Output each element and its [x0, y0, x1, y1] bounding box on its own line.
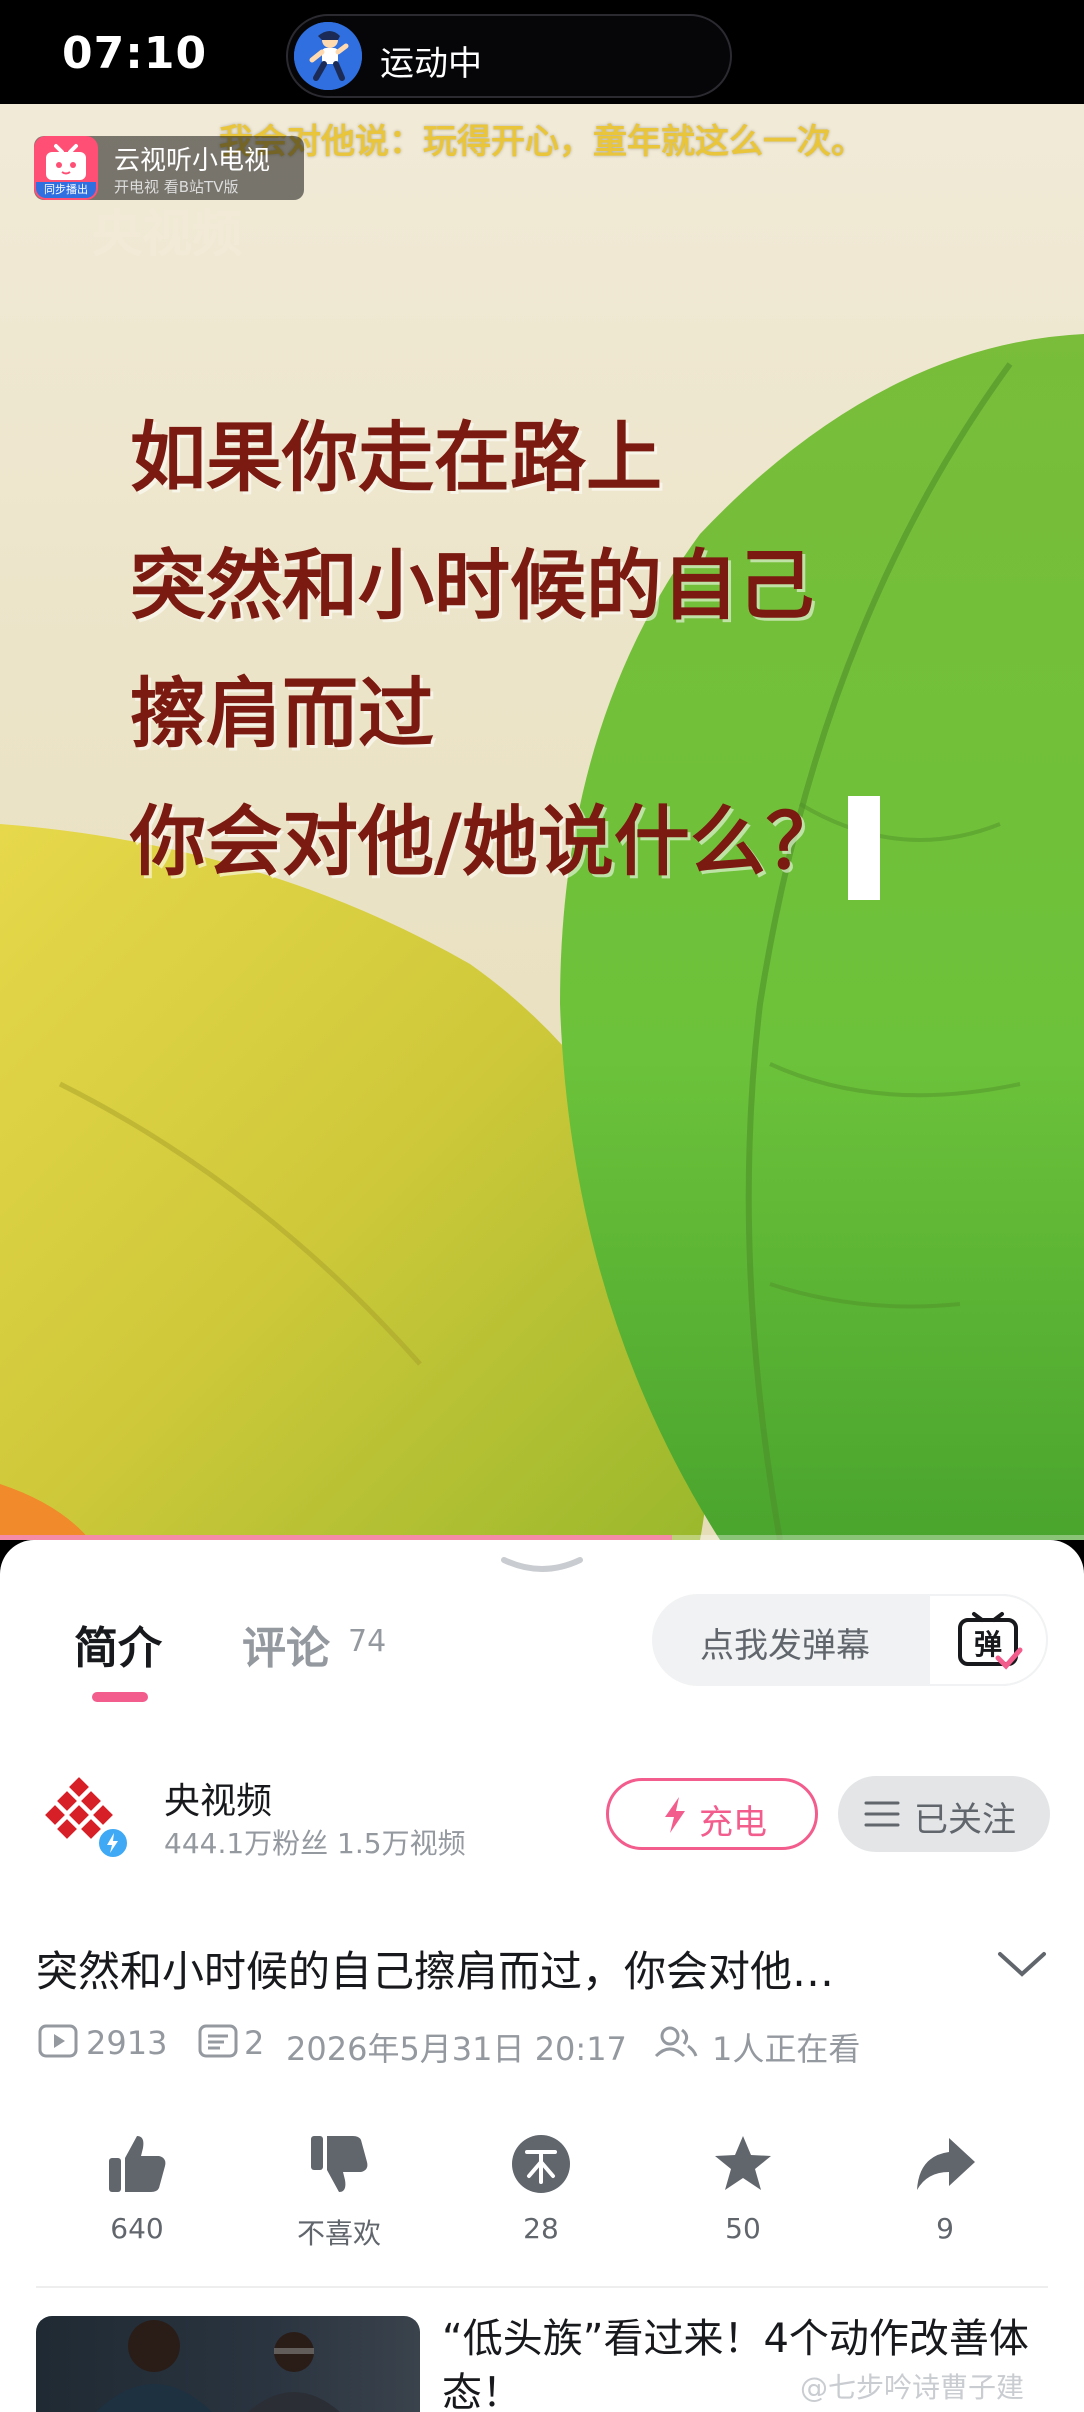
uploader-name[interactable]: 央视频 — [164, 1772, 272, 1824]
charge-button[interactable]: 充电 — [606, 1778, 818, 1850]
lightning-icon — [665, 1797, 685, 1833]
activity-pill[interactable]: 运动中 — [286, 14, 732, 98]
share-button[interactable]: 9 — [870, 2132, 1020, 2245]
danmu-placeholder: 点我发弹幕 — [700, 1626, 870, 1666]
favorite-button[interactable]: 50 — [668, 2132, 818, 2245]
cctv-video-watermark: 央视频 — [92, 205, 242, 263]
status-bar: 07:10 运动中 — [0, 0, 1084, 104]
publish-date: 2026年5月31日 20:17 — [286, 2030, 627, 2068]
thumbs-up-icon — [109, 2136, 166, 2192]
share-arrow-icon — [917, 2138, 975, 2190]
view-count: 2913 — [86, 2024, 168, 2062]
sync-label: 同步播出 — [36, 182, 96, 198]
detail-sheet: 简介 评论 74 点我发弹幕 弹 央视频 444.1万粉丝 1.5万视频 充电 … — [0, 1540, 1084, 2412]
star-icon — [715, 2136, 771, 2190]
weibo-watermark: @七步吟诗曹子建 — [800, 2371, 1025, 2404]
uploader-stats: 444.1万粉丝 1.5万视频 — [164, 1827, 466, 1860]
comments-count: 74 — [348, 1624, 387, 1659]
video-player[interactable]: 我会对他说：玩得开心，童年就这么一次。 央视频 同步播出 云视听小电视 开电视 … — [0, 104, 1084, 1540]
thumbs-down-icon — [311, 2136, 368, 2192]
danmu-input[interactable]: 点我发弹幕 弹 — [652, 1594, 1048, 1686]
play-count-icon — [38, 2024, 78, 2058]
favorite-count: 50 — [725, 2212, 761, 2245]
followed-label: 已关注 — [914, 1800, 1016, 1840]
tab-comments[interactable]: 评论 — [242, 1612, 330, 1676]
runner-icon — [294, 22, 362, 90]
app-name: 云视听小电视 — [114, 146, 271, 176]
like-button[interactable]: 640 — [62, 2132, 212, 2245]
dislike-label: 不喜欢 — [296, 2217, 381, 2250]
tv-app-badge[interactable]: 同步播出 云视听小电视 开电视 看B站TV版 — [34, 136, 304, 200]
coin-button[interactable]: 28 — [466, 2132, 616, 2245]
poem-line: 突然和小时候的自己 — [130, 541, 814, 630]
menu-icon — [864, 1801, 900, 1827]
danmaku-count: 2 — [244, 2024, 265, 2062]
share-count: 9 — [936, 2212, 954, 2245]
text-cursor — [847, 796, 880, 900]
verified-badge-icon — [96, 1826, 130, 1860]
like-count: 640 — [110, 2212, 164, 2245]
video-title: 突然和小时候的自己擦肩而过，你会对他… — [36, 1947, 835, 1996]
app-subtitle: 开电视 看B站TV版 — [114, 178, 239, 196]
watching-icon — [654, 2026, 698, 2058]
chevron-down-icon[interactable] — [996, 1948, 1048, 1980]
collapse-handle-icon[interactable] — [498, 1556, 586, 1576]
clock: 07:10 — [62, 28, 208, 79]
danmaku-count-icon — [198, 2024, 238, 2058]
followed-button[interactable]: 已关注 — [838, 1776, 1050, 1852]
active-tab-indicator — [92, 1692, 148, 1702]
activity-label: 运动中 — [380, 44, 482, 84]
danmu-toggle-button[interactable]: 弹 — [928, 1594, 1048, 1686]
recommended-thumbnail[interactable] — [36, 2316, 420, 2412]
dislike-button[interactable]: 不喜欢 — [264, 2132, 414, 2252]
divider — [36, 2286, 1048, 2288]
poem-line-text: 你会对他/她说什么？ — [130, 797, 842, 886]
watching-count: 1人正在看 — [712, 2030, 861, 2068]
tab-intro[interactable]: 简介 — [74, 1612, 162, 1676]
poem-line: 如果你走在路上 — [130, 413, 662, 502]
poem-line: 你会对他/她说什么？ — [130, 778, 880, 906]
coin-icon — [512, 2135, 570, 2193]
poem-text: 如果你走在路上 突然和小时候的自己 擦肩而过 你会对他/她说什么？ — [130, 394, 880, 906]
thumbnail-image — [96, 2320, 340, 2412]
charge-label: 充电 — [699, 1803, 767, 1843]
coin-count: 28 — [523, 2212, 559, 2245]
danmu-icon: 弹 — [958, 1612, 1023, 1670]
poem-line: 擦肩而过 — [130, 669, 434, 758]
